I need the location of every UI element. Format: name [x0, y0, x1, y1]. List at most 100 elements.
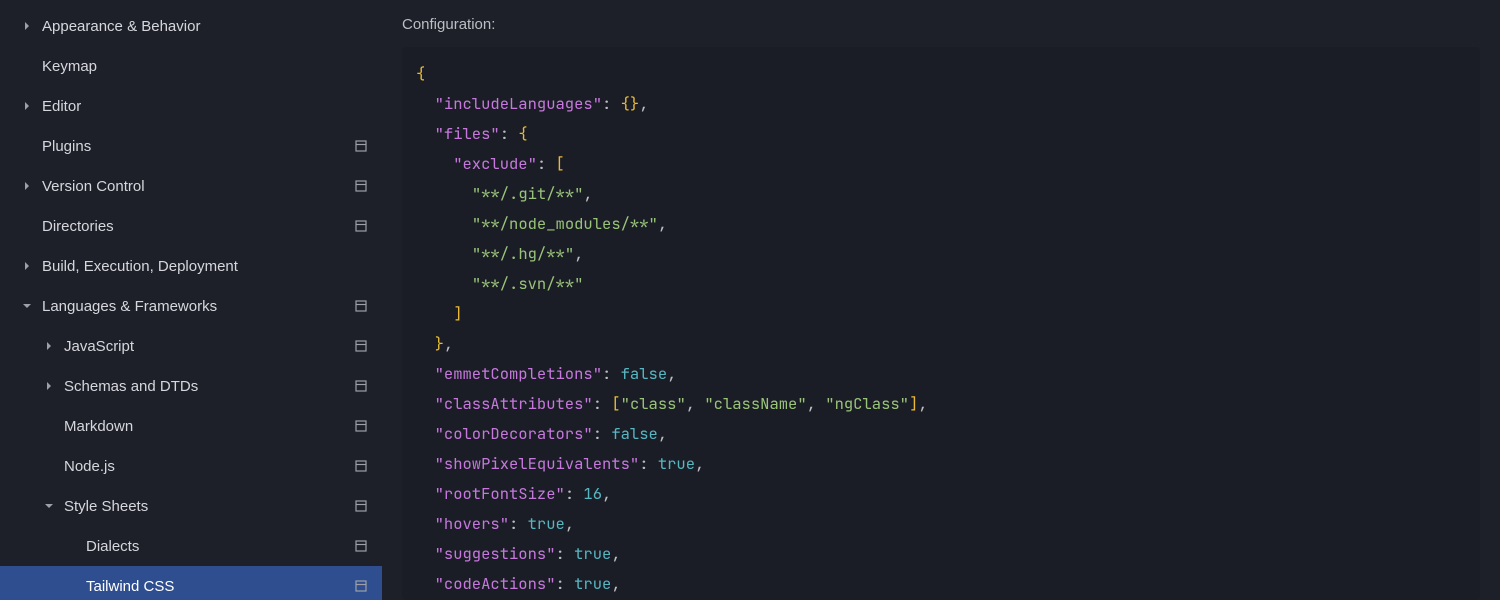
code-line[interactable]: "**/.git/**", [402, 179, 1480, 209]
code-line[interactable]: "emmetCompletions": false, [402, 359, 1480, 389]
token-punct: : [602, 93, 621, 114]
token-punct: , [686, 393, 705, 414]
code-line[interactable]: "rootFontSize": 16, [402, 479, 1480, 509]
tree-item-label: Keymap [42, 58, 382, 75]
token-brace: { [416, 63, 425, 84]
code-line[interactable]: "suggestions": true, [402, 539, 1480, 569]
chevron-spacer [18, 137, 36, 155]
chevron-spacer [62, 577, 80, 595]
chevron-down-icon[interactable] [40, 497, 58, 515]
code-line[interactable]: "files": { [402, 119, 1480, 149]
code-line[interactable]: "exclude": [ [402, 149, 1480, 179]
token-bracket: ] [909, 393, 918, 414]
token-punct: , [918, 393, 927, 414]
tree-item-label: Style Sheets [64, 498, 354, 515]
tree-item-label: Editor [42, 98, 382, 115]
tree-item[interactable]: Node.js [0, 446, 382, 486]
token-punct: : [565, 483, 584, 504]
token-punct: : [602, 363, 621, 384]
token-key: "codeActions" [435, 573, 556, 594]
chevron-right-icon[interactable] [18, 257, 36, 275]
token-key: "classAttributes" [435, 393, 593, 414]
token-key: "includeLanguages" [435, 93, 602, 114]
chevron-right-icon[interactable] [18, 17, 36, 35]
tree-item[interactable]: Build, Execution, Deployment [0, 246, 382, 286]
tree-item-label: Plugins [42, 138, 354, 155]
chevron-right-icon[interactable] [18, 97, 36, 115]
code-line[interactable]: "classAttributes": ["class", "className"… [402, 389, 1480, 419]
project-scope-icon [354, 499, 368, 513]
token-punct: , [444, 333, 453, 354]
tree-item[interactable]: Appearance & Behavior [0, 6, 382, 46]
project-scope-icon [354, 579, 368, 593]
project-scope-icon [354, 459, 368, 473]
chevron-spacer [18, 217, 36, 235]
token-punct: : [537, 153, 556, 174]
code-line[interactable]: "**/.hg/**", [402, 239, 1480, 269]
tree-item[interactable]: JavaScript [0, 326, 382, 366]
chevron-spacer [40, 457, 58, 475]
token-str: "className" [704, 393, 806, 414]
project-scope-icon [354, 219, 368, 233]
tree-item-label: JavaScript [64, 338, 354, 355]
token-str: "**/.svn/**" [472, 273, 584, 294]
code-line[interactable]: "colorDecorators": false, [402, 419, 1480, 449]
token-punct: , [658, 423, 667, 444]
chevron-right-icon[interactable] [40, 377, 58, 395]
tree-item-label: Directories [42, 218, 354, 235]
project-scope-icon [354, 179, 368, 193]
project-scope-icon [354, 139, 368, 153]
token-punct: : [509, 513, 528, 534]
code-line[interactable]: }, [402, 329, 1480, 359]
token-num: 16 [583, 483, 602, 504]
chevron-right-icon[interactable] [40, 337, 58, 355]
code-line[interactable]: "codeActions": true, [402, 569, 1480, 599]
tree-item[interactable]: Version Control [0, 166, 382, 206]
chevron-right-icon[interactable] [18, 177, 36, 195]
project-scope-icon [354, 379, 368, 393]
token-bracket: [ [556, 153, 565, 174]
chevron-spacer [62, 537, 80, 555]
token-key: "colorDecorators" [435, 423, 593, 444]
tree-item-label: Markdown [64, 418, 354, 435]
tree-item[interactable]: Tailwind CSS [0, 566, 382, 600]
code-line[interactable]: { [402, 59, 1480, 89]
token-str: "class" [621, 393, 686, 414]
tree-item[interactable]: Directories [0, 206, 382, 246]
token-punct: : [500, 123, 519, 144]
token-bool: true [574, 573, 611, 594]
tree-item[interactable]: Plugins [0, 126, 382, 166]
chevron-spacer [18, 57, 36, 75]
tree-item-label: Build, Execution, Deployment [42, 258, 382, 275]
token-punct: , [611, 543, 620, 564]
token-bool: true [658, 453, 695, 474]
code-line[interactable]: ] [402, 299, 1480, 329]
token-punct: : [593, 423, 612, 444]
token-punct: , [583, 183, 592, 204]
code-line[interactable]: "**/node_modules/**", [402, 209, 1480, 239]
tree-item-label: Dialects [86, 538, 354, 555]
tree-item[interactable]: Keymap [0, 46, 382, 86]
token-punct: , [574, 243, 583, 264]
chevron-down-icon[interactable] [18, 297, 36, 315]
code-line[interactable]: "showPixelEquivalents": true, [402, 449, 1480, 479]
project-scope-icon [354, 339, 368, 353]
project-scope-icon [354, 539, 368, 553]
settings-tree-sidebar[interactable]: Appearance & Behavior Keymap Editor Plugins… [0, 0, 382, 600]
configuration-editor[interactable]: { "includeLanguages": {}, "files": { "ex… [402, 47, 1480, 600]
project-scope-icon [354, 419, 368, 433]
code-line[interactable]: "includeLanguages": {}, [402, 89, 1480, 119]
tree-item[interactable]: Languages & Frameworks [0, 286, 382, 326]
token-empty: {} [621, 93, 640, 114]
token-key: "rootFontSize" [435, 483, 565, 504]
tree-item[interactable]: Style Sheets [0, 486, 382, 526]
code-line[interactable]: "**/.svn/**" [402, 269, 1480, 299]
token-punct: , [639, 93, 648, 114]
tree-item[interactable]: Editor [0, 86, 382, 126]
token-str: "**/.git/**" [472, 183, 584, 204]
tree-item[interactable]: Dialects [0, 526, 382, 566]
tree-item[interactable]: Schemas and DTDs [0, 366, 382, 406]
tree-item[interactable]: Markdown [0, 406, 382, 446]
token-key: "emmetCompletions" [435, 363, 602, 384]
code-line[interactable]: "hovers": true, [402, 509, 1480, 539]
